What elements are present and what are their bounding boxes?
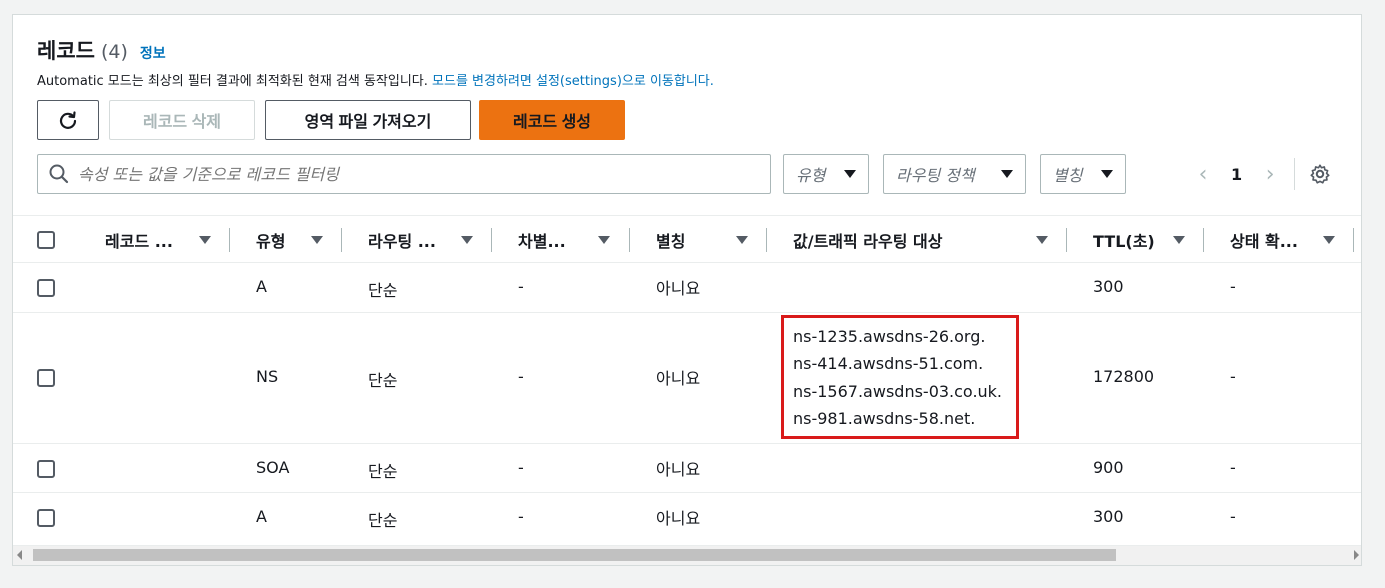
- search-icon: [49, 164, 69, 184]
- record-type: SOA: [256, 458, 290, 477]
- next-page-icon[interactable]: ›: [1256, 155, 1284, 193]
- ttl: 900: [1093, 458, 1124, 477]
- record-type: NS: [256, 367, 279, 386]
- horizontal-scrollbar[interactable]: [13, 545, 1361, 565]
- records-panel: 레코드 (4) 정보 Automatic 모드는 최상의 필터 결과에 최적화된…: [12, 14, 1362, 566]
- sort-icon[interactable]: [598, 216, 612, 264]
- column-divider[interactable]: [1353, 228, 1354, 252]
- record-type: A: [256, 277, 267, 296]
- column-header-value[interactable]: 값/트래픽 라우팅 대상: [793, 216, 942, 264]
- search-box[interactable]: [37, 154, 771, 194]
- routing-policy: 단순: [368, 371, 398, 390]
- differentiator: -: [518, 507, 524, 526]
- divider: [1294, 158, 1295, 190]
- column-header-ttl[interactable]: TTL(초): [1093, 216, 1155, 264]
- row-checkbox[interactable]: [37, 509, 55, 527]
- column-header-health-check[interactable]: 상태 확...: [1230, 216, 1298, 264]
- settings-link[interactable]: 모드를 변경하려면 설정(settings)으로 이동합니다.: [432, 74, 714, 89]
- column-divider[interactable]: [1203, 228, 1204, 252]
- health-check: -: [1230, 458, 1236, 477]
- alias-filter-dropdown[interactable]: 별칭: [1040, 154, 1126, 194]
- description-text: Automatic 모드는 최상의 필터 결과에 최적화된 현재 검색 동작입니…: [37, 74, 428, 89]
- caret-down-icon: [844, 170, 856, 178]
- differentiator: -: [518, 458, 524, 477]
- gear-icon[interactable]: [1309, 163, 1331, 185]
- ttl: 172800: [1093, 367, 1155, 386]
- routing-policy: 단순: [368, 511, 398, 530]
- row-checkbox[interactable]: [37, 460, 55, 478]
- search-mode-description: Automatic 모드는 최상의 필터 결과에 최적화된 현재 검색 동작입니…: [37, 70, 714, 89]
- differentiator: -: [518, 277, 524, 296]
- column-divider[interactable]: [229, 228, 230, 252]
- routing-policy: 단순: [368, 281, 398, 300]
- column-divider[interactable]: [341, 228, 342, 252]
- health-check: -: [1230, 507, 1236, 526]
- previous-page-icon[interactable]: ‹: [1189, 155, 1217, 193]
- column-header-type[interactable]: 유형: [256, 216, 285, 264]
- table-header: 레코드 ... 유형 라우팅 ... 차별... 별칭 값/트래픽 라우팅 대상…: [13, 215, 1361, 264]
- routing-policy-filter-dropdown[interactable]: 라우팅 정책: [883, 154, 1026, 194]
- record-type: A: [256, 507, 267, 526]
- alias-filter-label: 별칭: [1053, 166, 1083, 185]
- table-row[interactable]: A 단순 - 아니요 300 -: [13, 263, 1361, 313]
- column-divider[interactable]: [491, 228, 492, 252]
- alias: 아니요: [656, 460, 701, 479]
- health-check: -: [1230, 277, 1236, 296]
- ttl: 300: [1093, 507, 1124, 526]
- column-divider[interactable]: [766, 228, 767, 252]
- import-zone-file-button[interactable]: 영역 파일 가져오기: [265, 100, 471, 140]
- differentiator: -: [518, 367, 524, 386]
- header: 레코드 (4) 정보: [37, 35, 166, 65]
- column-header-record-name[interactable]: 레코드 ...: [105, 216, 173, 264]
- sort-icon[interactable]: [199, 216, 213, 264]
- alias: 아니요: [656, 509, 701, 528]
- create-record-button[interactable]: 레코드 생성: [479, 100, 625, 140]
- sort-icon[interactable]: [1173, 216, 1187, 264]
- column-divider[interactable]: [629, 228, 630, 252]
- alias: 아니요: [656, 279, 701, 298]
- row-checkbox[interactable]: [37, 369, 55, 387]
- refresh-button[interactable]: [37, 100, 99, 140]
- sort-icon[interactable]: [736, 216, 750, 264]
- table-row[interactable]: NS 단순 - 아니요 172800 -: [13, 313, 1361, 444]
- record-count: (4): [100, 41, 128, 63]
- health-check: -: [1230, 367, 1236, 386]
- table-row[interactable]: A 단순 - 아니요 300 -: [13, 493, 1361, 543]
- routing-policy: 단순: [368, 462, 398, 481]
- table-row[interactable]: SOA 단순 - 아니요 900 -: [13, 444, 1361, 493]
- sort-icon[interactable]: [1036, 216, 1050, 264]
- sort-icon[interactable]: [311, 216, 325, 264]
- refresh-icon: [59, 111, 77, 129]
- info-link[interactable]: 정보: [140, 43, 166, 63]
- column-header-differentiator[interactable]: 차별...: [518, 216, 566, 264]
- delete-record-button[interactable]: 레코드 삭제: [109, 100, 255, 140]
- records-table: 레코드 ... 유형 라우팅 ... 차별... 별칭 값/트래픽 라우팅 대상…: [13, 215, 1361, 543]
- scroll-left-icon[interactable]: [17, 550, 22, 560]
- sort-icon[interactable]: [1323, 216, 1337, 264]
- scrollbar-thumb[interactable]: [33, 549, 1116, 561]
- select-all-checkbox[interactable]: [37, 231, 55, 249]
- highlight-box: [781, 315, 1019, 439]
- column-header-alias[interactable]: 별칭: [656, 216, 685, 264]
- ttl: 300: [1093, 277, 1124, 296]
- column-header-routing-policy[interactable]: 라우팅 ...: [368, 216, 436, 264]
- caret-down-icon: [1101, 170, 1113, 178]
- type-filter-label: 유형: [796, 166, 826, 185]
- caret-down-icon: [1001, 170, 1013, 178]
- current-page[interactable]: 1: [1231, 165, 1242, 184]
- alias: 아니요: [656, 369, 701, 388]
- sort-icon[interactable]: [461, 216, 475, 264]
- search-input[interactable]: [78, 164, 770, 184]
- routing-filter-label: 라우팅 정책: [896, 166, 975, 185]
- column-divider[interactable]: [1066, 228, 1067, 252]
- pagination: ‹ 1 ›: [1189, 155, 1284, 193]
- scroll-right-icon[interactable]: [1354, 550, 1359, 560]
- row-checkbox[interactable]: [37, 279, 55, 297]
- type-filter-dropdown[interactable]: 유형: [783, 154, 869, 194]
- page-title: 레코드: [37, 39, 95, 63]
